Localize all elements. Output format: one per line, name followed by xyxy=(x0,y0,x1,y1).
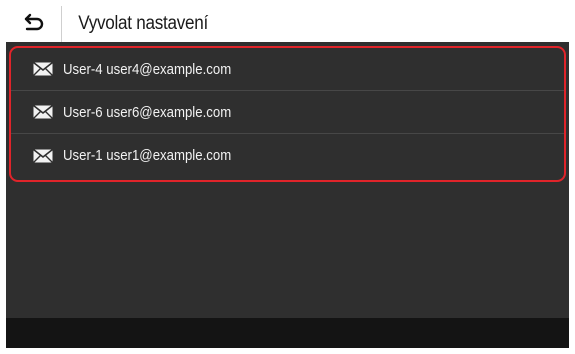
address-list: User-4 user4@example.com User-6 user6@ex… xyxy=(9,46,566,182)
envelope-icon xyxy=(33,148,53,163)
list-item[interactable]: User-4 user4@example.com xyxy=(11,48,564,91)
list-item-label: User-1 user1@example.com xyxy=(63,147,232,164)
footer-bar xyxy=(6,318,569,348)
page-title: Vyvolat nastavení xyxy=(78,13,208,34)
list-item[interactable]: User-1 user1@example.com xyxy=(11,134,564,177)
recall-settings-screen: Vyvolat nastavení User-4 user4@example.c… xyxy=(6,6,569,348)
list-item[interactable]: User-6 user6@example.com xyxy=(11,91,564,134)
list-item-label: User-4 user4@example.com xyxy=(63,60,232,78)
header-bar: Vyvolat nastavení xyxy=(6,6,569,42)
envelope-icon xyxy=(33,105,53,119)
list-item-label: User-6 user6@example.com xyxy=(63,103,232,121)
back-button[interactable] xyxy=(6,6,62,42)
back-arrow-icon xyxy=(23,12,45,37)
content-area: User-4 user4@example.com User-6 user6@ex… xyxy=(6,42,569,318)
envelope-icon xyxy=(33,62,53,76)
